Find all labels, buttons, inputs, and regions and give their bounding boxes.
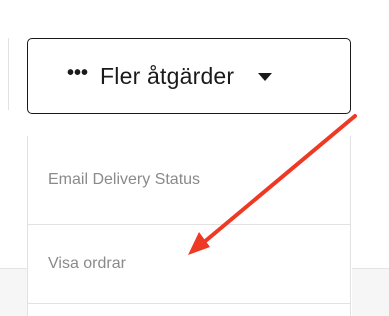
more-actions-label: Fler åtgärder bbox=[100, 62, 235, 89]
background-panel-left bbox=[0, 268, 27, 316]
ellipsis-icon: ••• bbox=[67, 62, 89, 84]
background-panel-right bbox=[352, 268, 389, 316]
menu-item-visa-ordrar[interactable]: Visa ordrar bbox=[28, 225, 350, 304]
menu-item-email-delivery-status[interactable]: Email Delivery Status bbox=[28, 136, 350, 225]
screenshot-stage: ••• Fler åtgärder Email Delivery Status … bbox=[0, 0, 389, 316]
more-actions-button[interactable]: ••• Fler åtgärder bbox=[27, 38, 351, 114]
menu-item-next[interactable] bbox=[28, 304, 350, 316]
background-panel-edge bbox=[0, 38, 9, 110]
more-actions-dropdown: Email Delivery Status Visa ordrar bbox=[27, 136, 351, 316]
menu-item-label: Email Delivery Status bbox=[48, 171, 201, 188]
menu-item-label: Visa ordrar bbox=[48, 255, 126, 272]
caret-down-icon bbox=[258, 73, 273, 81]
